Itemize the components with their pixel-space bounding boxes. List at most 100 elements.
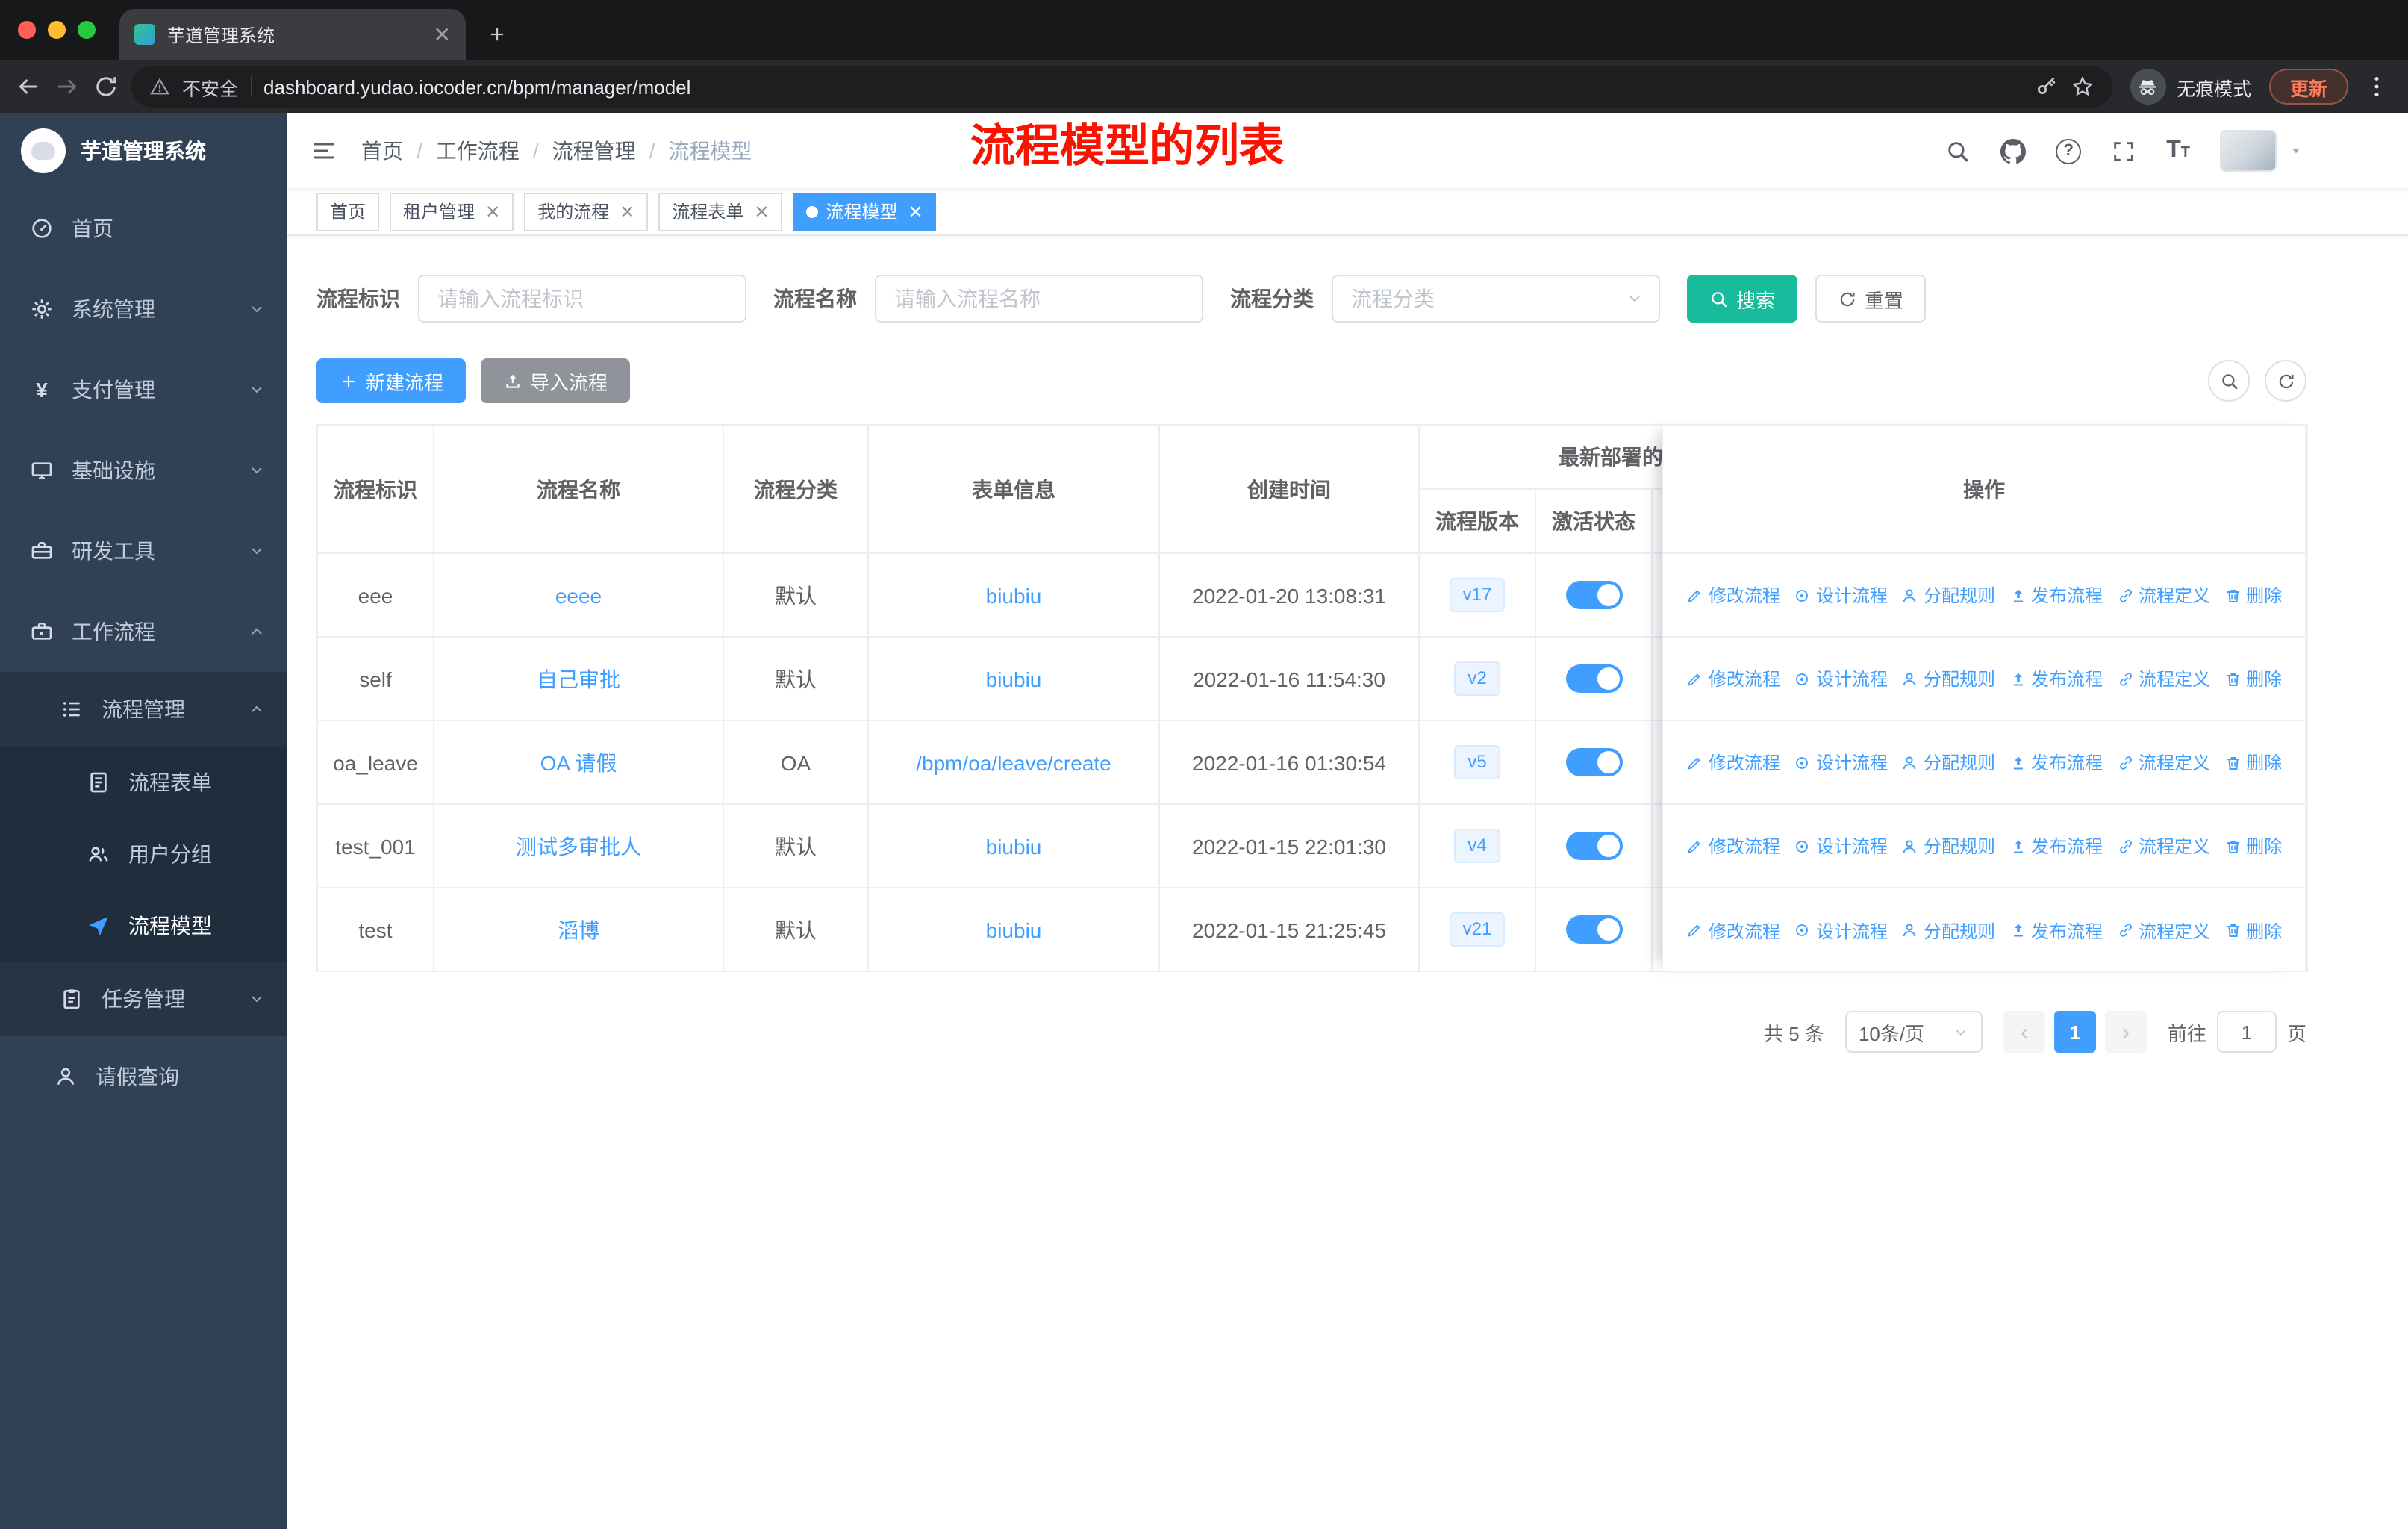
active-toggle[interactable]: [1565, 748, 1622, 776]
sidebar-item-leave-query[interactable]: 请假查询: [0, 1036, 287, 1117]
create-process-button[interactable]: 新建流程: [316, 358, 467, 403]
version-badge[interactable]: v4: [1454, 829, 1500, 863]
sidebar-item-user-group[interactable]: 用户分组: [0, 818, 287, 890]
search-icon[interactable]: [1945, 138, 1971, 164]
back-icon[interactable]: [15, 73, 42, 100]
category-select[interactable]: 流程分类: [1332, 275, 1660, 323]
breadcrumb-item[interactable]: 流程管理: [552, 136, 636, 166]
close-window-button[interactable]: [18, 21, 36, 39]
tag-my-process[interactable]: 我的流程 ✕: [524, 192, 649, 231]
toolbar-refresh-button[interactable]: [2265, 360, 2306, 402]
action-publish-process[interactable]: 发布流程: [2009, 918, 2103, 943]
password-key-icon[interactable]: [2035, 75, 2059, 99]
sidebar-item-process-mgmt[interactable]: 流程管理: [0, 672, 287, 747]
sidebar-item-home[interactable]: 首页: [0, 188, 287, 269]
sidebar-item-task-mgmt[interactable]: 任务管理: [0, 962, 287, 1036]
form-link[interactable]: /bpm/oa/leave/create: [916, 750, 1111, 774]
tag-tenant[interactable]: 租户管理 ✕: [390, 192, 514, 231]
sidebar-item-system[interactable]: 系统管理: [0, 269, 287, 349]
sidebar-item-workflow[interactable]: 工作流程: [0, 591, 287, 672]
process-id-input[interactable]: [418, 275, 746, 323]
reload-icon[interactable]: [93, 73, 119, 100]
process-name-link[interactable]: OA 请假: [540, 750, 617, 774]
action-delete[interactable]: 删除: [2224, 833, 2282, 859]
user-avatar[interactable]: [2220, 130, 2277, 172]
action-assign-rule[interactable]: 分配规则: [1901, 582, 1995, 608]
reset-button[interactable]: 重置: [1815, 275, 1927, 323]
hamburger-icon[interactable]: [311, 137, 337, 164]
action-design-process[interactable]: 设计流程: [1794, 582, 1888, 608]
tag-close-icon[interactable]: ✕: [754, 202, 769, 220]
page-size-select[interactable]: 10条/页: [1844, 1011, 1983, 1053]
search-button[interactable]: 搜索: [1687, 275, 1798, 323]
action-assign-rule[interactable]: 分配规则: [1901, 833, 1995, 859]
address-bar[interactable]: 不安全 dashboard.yudao.iocoder.cn/bpm/manag…: [131, 66, 2112, 108]
form-link[interactable]: biubiu: [986, 667, 1042, 691]
process-name-link[interactable]: eeee: [555, 583, 602, 607]
action-design-process[interactable]: 设计流程: [1794, 666, 1888, 691]
tab-close-icon[interactable]: ✕: [434, 24, 451, 45]
app-logo-block[interactable]: 芋道管理系统: [0, 113, 287, 188]
page-number-current[interactable]: 1: [2053, 1011, 2096, 1053]
active-toggle[interactable]: [1565, 832, 1622, 860]
action-design-process[interactable]: 设计流程: [1794, 918, 1888, 943]
process-name-link[interactable]: 自己审批: [537, 667, 620, 691]
sidebar-item-infra[interactable]: 基础设施: [0, 430, 287, 511]
avatar-caret-icon[interactable]: [2289, 143, 2303, 158]
forward-icon[interactable]: [54, 73, 81, 100]
action-design-process[interactable]: 设计流程: [1794, 750, 1888, 775]
update-button[interactable]: 更新: [2268, 69, 2348, 105]
action-publish-process[interactable]: 发布流程: [2009, 750, 2103, 775]
action-design-process[interactable]: 设计流程: [1794, 833, 1888, 859]
security-label[interactable]: 不安全: [182, 72, 238, 101]
action-delete[interactable]: 删除: [2224, 582, 2282, 608]
tag-process-model[interactable]: 流程模型 ✕: [793, 192, 937, 231]
new-tab-button[interactable]: [478, 15, 517, 54]
active-toggle[interactable]: [1565, 915, 1622, 944]
action-publish-process[interactable]: 发布流程: [2009, 666, 2103, 691]
help-icon[interactable]: ?: [2056, 138, 2082, 164]
active-toggle[interactable]: [1565, 581, 1622, 609]
fullscreen-icon[interactable]: [2111, 138, 2136, 164]
prev-page-button[interactable]: ‹: [2003, 1011, 2045, 1053]
import-process-button[interactable]: 导入流程: [481, 358, 631, 403]
minimize-window-button[interactable]: [48, 21, 66, 39]
action-assign-rule[interactable]: 分配规则: [1901, 918, 1995, 943]
sidebar-item-process-model[interactable]: 流程模型: [0, 890, 287, 962]
form-link[interactable]: biubiu: [986, 583, 1042, 607]
sidebar-item-devtools[interactable]: 研发工具: [0, 511, 287, 591]
action-process-definition[interactable]: 流程定义: [2116, 833, 2210, 859]
goto-page-input[interactable]: [2216, 1011, 2277, 1053]
action-delete[interactable]: 删除: [2224, 918, 2282, 943]
bookmark-star-icon[interactable]: [2071, 75, 2094, 99]
sidebar-item-payment[interactable]: ¥ 支付管理: [0, 349, 287, 430]
process-name-link[interactable]: 测试多审批人: [516, 834, 641, 858]
sidebar-item-process-form[interactable]: 流程表单: [0, 747, 287, 818]
tag-close-icon[interactable]: ✕: [908, 202, 923, 220]
action-edit-process[interactable]: 修改流程: [1686, 918, 1780, 943]
process-name-input[interactable]: [875, 275, 1203, 323]
action-edit-process[interactable]: 修改流程: [1686, 666, 1780, 691]
action-delete[interactable]: 删除: [2224, 750, 2282, 775]
action-process-definition[interactable]: 流程定义: [2116, 666, 2210, 691]
action-publish-process[interactable]: 发布流程: [2009, 582, 2103, 608]
browser-menu-icon[interactable]: [2363, 73, 2390, 100]
action-process-definition[interactable]: 流程定义: [2116, 918, 2210, 943]
action-edit-process[interactable]: 修改流程: [1686, 750, 1780, 775]
browser-tab[interactable]: 芋道管理系统 ✕: [119, 9, 466, 60]
action-edit-process[interactable]: 修改流程: [1686, 582, 1780, 608]
form-link[interactable]: biubiu: [986, 918, 1042, 941]
action-assign-rule[interactable]: 分配规则: [1901, 750, 1995, 775]
font-size-icon[interactable]: TT: [2166, 138, 2190, 163]
action-publish-process[interactable]: 发布流程: [2009, 833, 2103, 859]
version-badge[interactable]: v2: [1454, 661, 1500, 696]
tag-close-icon[interactable]: ✕: [485, 202, 500, 220]
action-assign-rule[interactable]: 分配规则: [1901, 666, 1995, 691]
form-link[interactable]: biubiu: [986, 834, 1042, 858]
active-toggle[interactable]: [1565, 664, 1622, 693]
version-badge[interactable]: v21: [1449, 912, 1506, 947]
tag-close-icon[interactable]: ✕: [620, 202, 634, 220]
action-delete[interactable]: 删除: [2224, 666, 2282, 691]
github-icon[interactable]: [2000, 138, 2026, 164]
process-name-link[interactable]: 滔博: [558, 918, 599, 941]
